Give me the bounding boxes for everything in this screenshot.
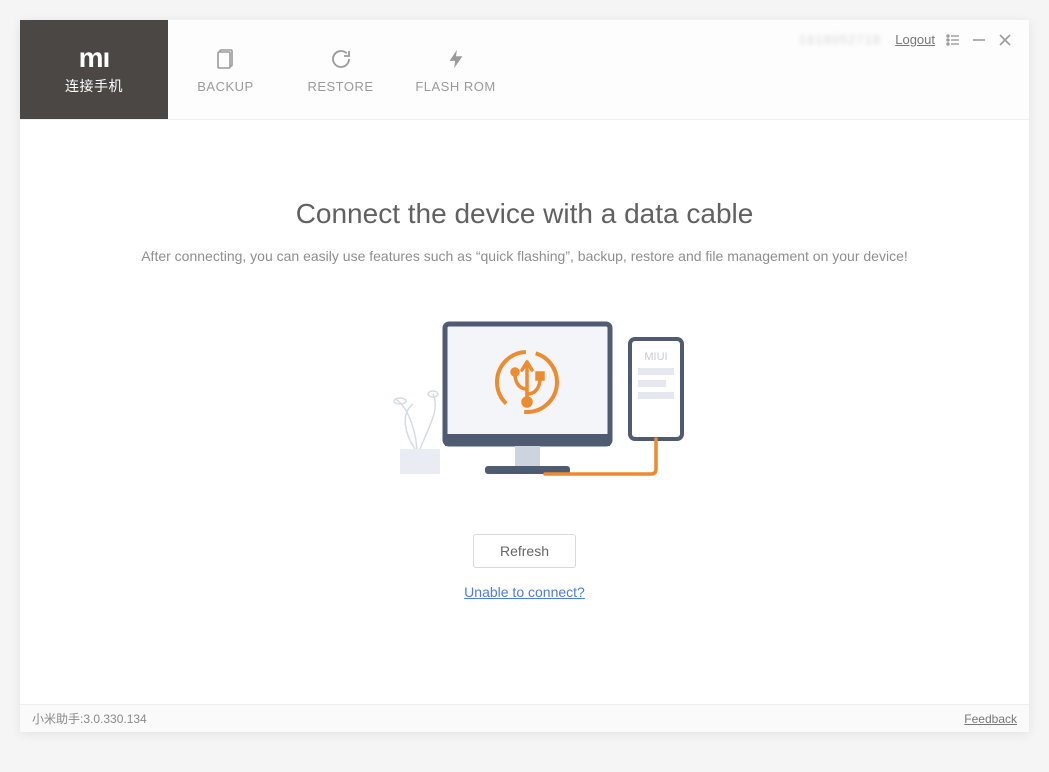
- connect-illustration: MIUI: [345, 294, 705, 504]
- app-window: mı 连接手机 BACKUP RESTORE FLASH ROM 1618052…: [20, 20, 1029, 732]
- restore-icon: [329, 45, 353, 73]
- version-label: 小米助手:3.0.330.134: [32, 710, 147, 727]
- tab-connect-phone-label: 连接手机: [65, 76, 123, 96]
- account-id: 1618052718: [799, 32, 881, 47]
- logout-link[interactable]: Logout: [895, 32, 935, 47]
- refresh-button[interactable]: Refresh: [473, 534, 576, 568]
- tab-flash-rom[interactable]: FLASH ROM: [398, 20, 513, 119]
- phone-miui-label: MIUI: [644, 351, 667, 363]
- topbar: mı 连接手机 BACKUP RESTORE FLASH ROM 1618052…: [20, 20, 1029, 120]
- window-controls: 1618052718 Logout: [799, 20, 1029, 119]
- subline: After connecting, you can easily use fea…: [141, 248, 908, 264]
- tab-backup[interactable]: BACKUP: [168, 20, 283, 119]
- tab-restore[interactable]: RESTORE: [283, 20, 398, 119]
- menu-icon[interactable]: [945, 32, 961, 48]
- feedback-link[interactable]: Feedback: [964, 712, 1017, 726]
- tab-restore-label: RESTORE: [307, 79, 373, 94]
- tab-flash-rom-label: FLASH ROM: [415, 79, 495, 94]
- tab-connect-phone[interactable]: mı 连接手机: [20, 20, 168, 119]
- backup-icon: [214, 45, 238, 73]
- minimize-icon[interactable]: [971, 32, 987, 48]
- headline: Connect the device with a data cable: [296, 198, 754, 230]
- flash-icon: [445, 45, 467, 73]
- close-icon[interactable]: [997, 32, 1013, 48]
- tab-backup-label: BACKUP: [197, 79, 253, 94]
- main-content: Connect the device with a data cable Aft…: [20, 120, 1029, 704]
- mi-logo-icon: mı: [79, 44, 110, 72]
- footer: 小米助手:3.0.330.134 Feedback: [20, 704, 1029, 732]
- unable-to-connect-link[interactable]: Unable to connect?: [464, 584, 585, 600]
